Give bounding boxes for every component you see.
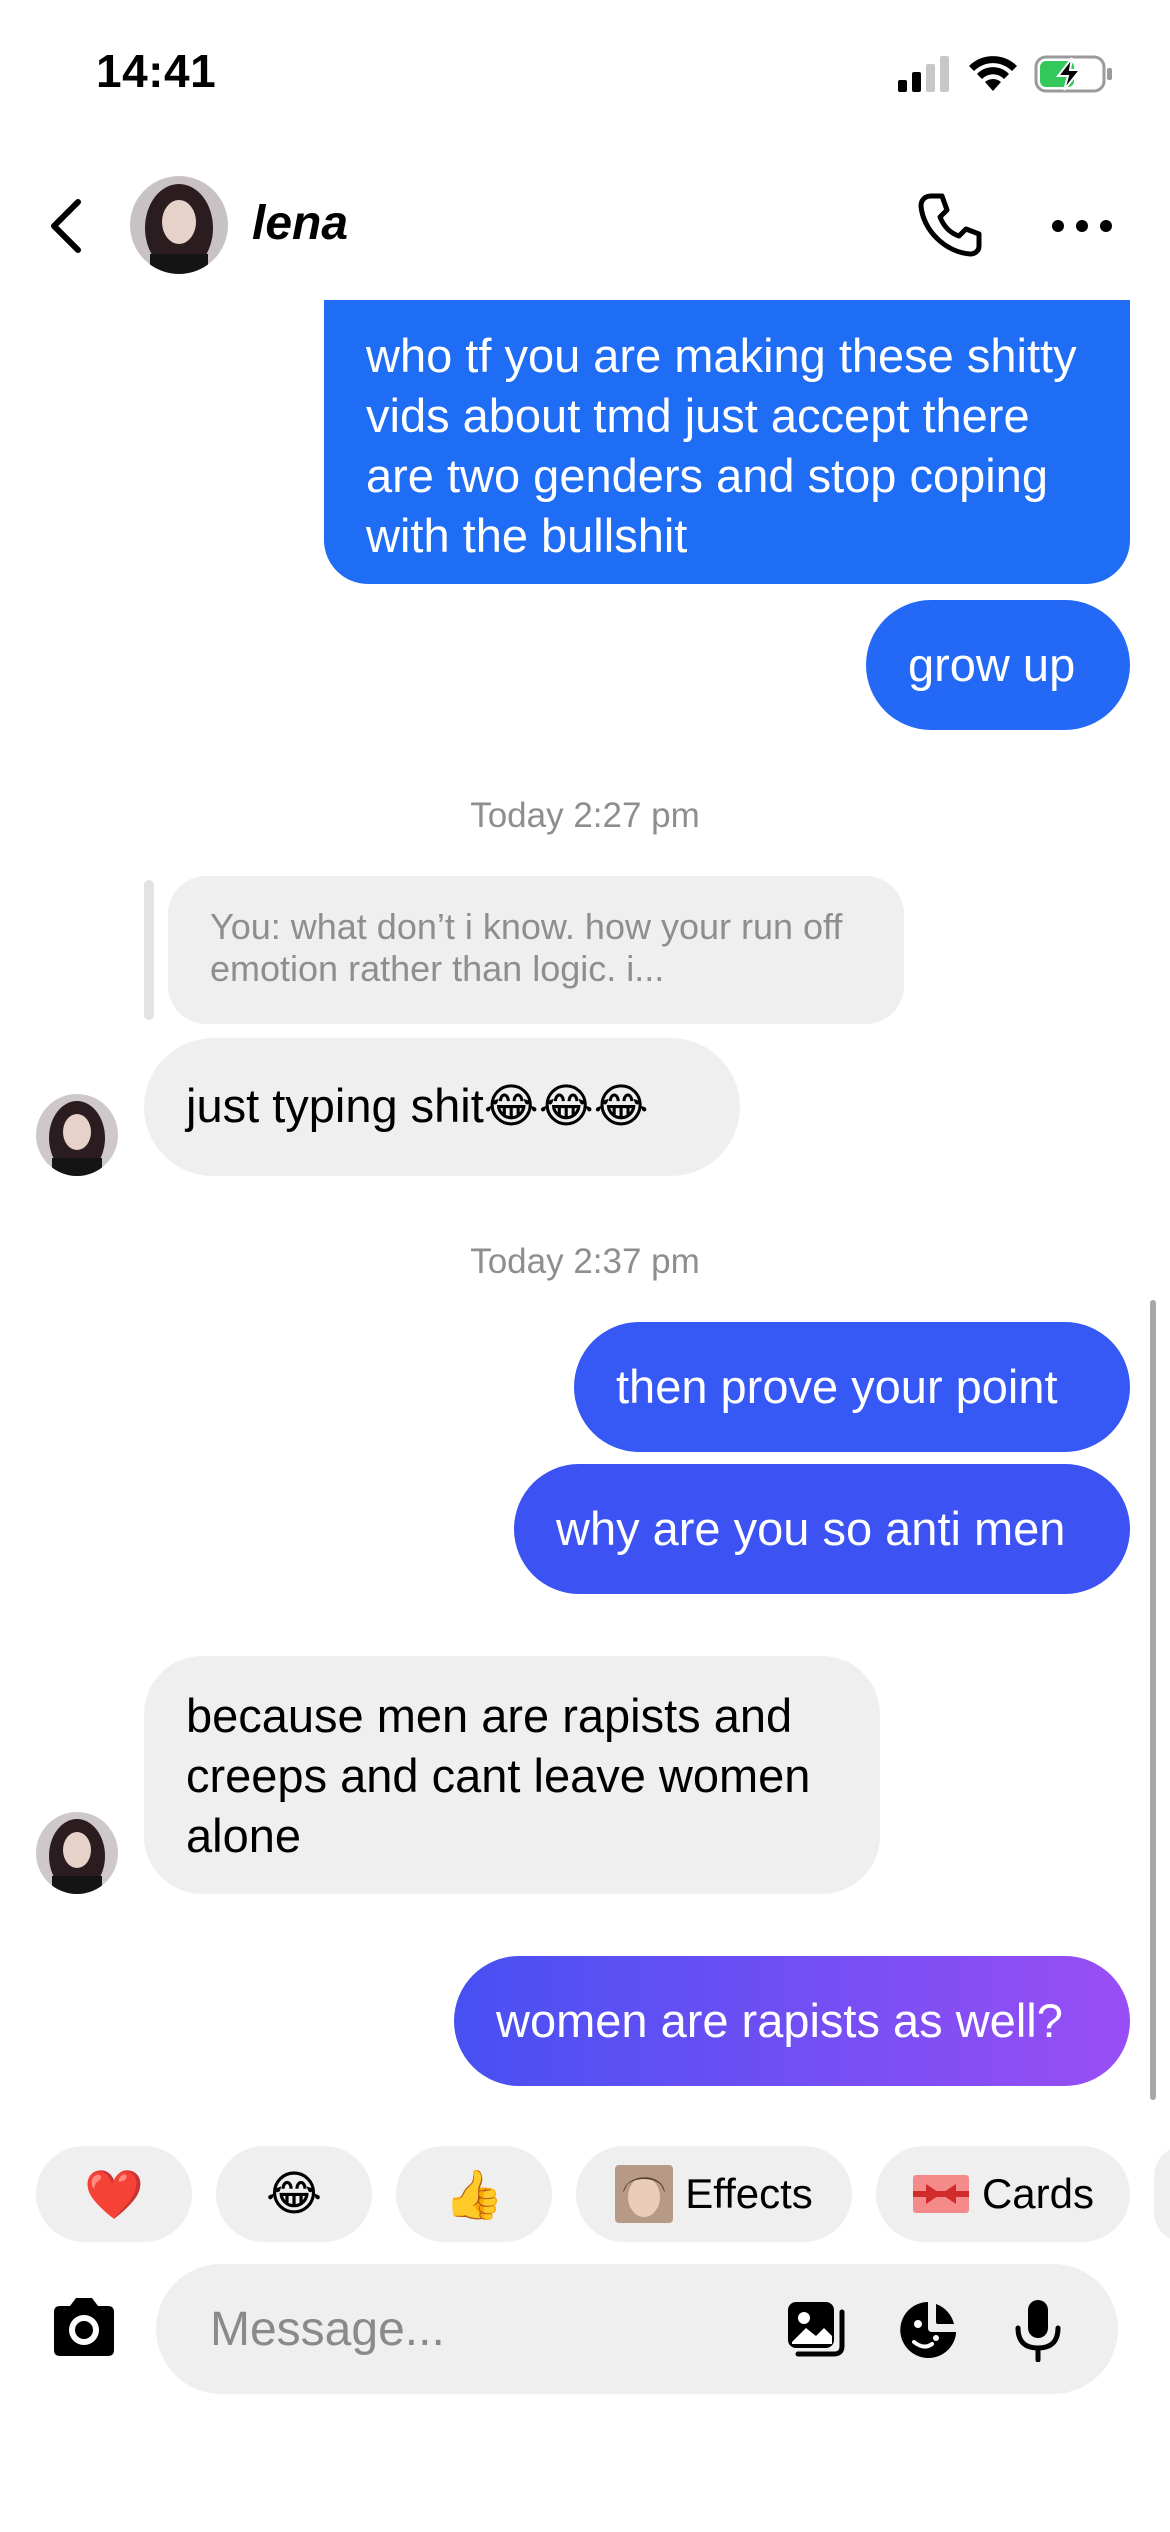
outgoing-message[interactable]: grow up [866, 600, 1130, 730]
gallery-icon[interactable] [784, 2298, 848, 2362]
scrollbar[interactable] [1150, 1300, 1156, 2100]
more-reactions-chip[interactable] [1154, 2146, 1170, 2242]
back-chevron-icon[interactable] [44, 196, 88, 256]
gift-card-icon [912, 2175, 969, 2213]
outgoing-message[interactable]: who tf you are making these shitty vids … [324, 300, 1130, 584]
outgoing-message[interactable]: women are rapists as well? [454, 1956, 1130, 2086]
message-composer[interactable]: Message... [156, 2264, 1118, 2394]
effects-label: Effects [685, 2170, 813, 2217]
quick-reactions-bar: ❤️ 😂 👍 Effects Cards [36, 2146, 1170, 2242]
sticker-icon[interactable] [896, 2298, 960, 2362]
laughing-emoji-icon: 😂 [265, 2168, 323, 2221]
outgoing-message[interactable]: why are you so anti men [514, 1464, 1130, 1594]
contact-avatar[interactable] [130, 176, 228, 274]
microphone-icon[interactable] [1006, 2298, 1070, 2362]
battery-charging-icon [1034, 55, 1112, 93]
timestamp: Today 2:37 pm [470, 1242, 700, 1281]
heart-icon: ❤️ [84, 2168, 144, 2222]
incoming-message[interactable]: because men are rapists and creeps and c… [144, 1656, 880, 1894]
effects-face-icon [615, 2165, 674, 2223]
contact-avatar-small[interactable] [36, 1094, 118, 1176]
cards-label: Cards [981, 2170, 1095, 2217]
message-text: why are you so anti men [556, 1502, 1066, 1555]
status-time: 14:41 [96, 45, 217, 97]
thumbs-up-reaction-button[interactable]: 👍 [396, 2146, 552, 2242]
reply-indicator-bar [144, 880, 154, 1020]
timestamp: Today 2:27 pm [470, 796, 700, 835]
effects-button[interactable]: Effects [576, 2146, 852, 2242]
message-text: just typing shit😂😂😂 [186, 1079, 649, 1132]
more-options-icon[interactable] [1050, 218, 1114, 234]
camera-icon[interactable] [48, 2292, 120, 2364]
message-input[interactable]: Message... [210, 2302, 445, 2357]
status-icons [898, 52, 1114, 96]
heart-reaction-button[interactable]: ❤️ [36, 2146, 192, 2242]
contact-avatar-small[interactable] [36, 1812, 118, 1894]
laugh-reaction-button[interactable]: 😂 [216, 2146, 372, 2242]
message-text: because men are rapists and creeps and c… [186, 1689, 811, 1862]
phone-call-icon[interactable] [915, 190, 985, 260]
cards-button[interactable]: Cards [876, 2146, 1130, 2242]
wifi-icon [969, 56, 1017, 91]
quoted-text: You: what don’t i know. how your run off… [210, 906, 843, 989]
message-text: grow up [908, 638, 1076, 691]
incoming-message[interactable]: just typing shit😂😂😂 [144, 1038, 740, 1176]
message-text: women are rapists as well? [496, 1994, 1063, 2047]
outgoing-message[interactable]: then prove your point [574, 1322, 1130, 1452]
cellular-signal-icon [898, 56, 949, 92]
contact-name[interactable]: lena [252, 196, 348, 251]
replied-message-preview[interactable]: You: what don’t i know. how your run off… [168, 876, 904, 1024]
message-text: who tf you are making these shitty vids … [366, 329, 1077, 562]
thumbs-up-icon: 👍 [444, 2168, 504, 2222]
message-text: then prove your point [616, 1360, 1058, 1413]
